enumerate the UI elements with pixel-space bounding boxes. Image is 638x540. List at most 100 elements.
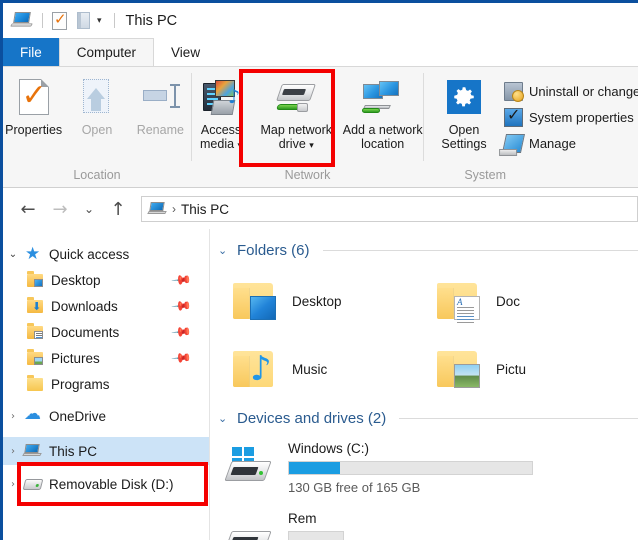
address-path-field[interactable]: › This PC xyxy=(141,196,638,222)
pin-icon[interactable]: 📌 xyxy=(170,321,192,343)
properties-button[interactable]: Properties xyxy=(3,75,64,137)
sidebar-item-programs[interactable]: Programs xyxy=(3,371,209,397)
section-title-folders: Folders (6) xyxy=(237,241,310,259)
folder-item-documents[interactable]: Doc xyxy=(434,267,638,335)
properties-icon xyxy=(18,79,49,115)
ribbon-group-label-system: System xyxy=(464,168,506,182)
file-explorer-window: ▾ This PC File Computer View Properties … xyxy=(0,0,638,540)
ribbon-group-label-location: Location xyxy=(73,168,121,182)
section-header-devices-and-drives[interactable]: ⌄ Devices and drives (2) xyxy=(210,407,638,429)
drive-capacity-bar xyxy=(288,461,533,475)
add-network-location-label-1: Add a network xyxy=(342,123,423,137)
folder-item-music[interactable]: Music xyxy=(230,335,434,403)
drive-free-space: 130 GB free of 165 GB xyxy=(288,480,421,495)
folders-grid: Desktop Doc Music xyxy=(210,261,638,403)
tab-computer[interactable]: Computer xyxy=(58,38,155,66)
map-network-drive-button[interactable]: Map network drive ▾ xyxy=(254,75,338,152)
open-settings-label-2: Settings xyxy=(441,137,487,151)
chevron-down-icon[interactable]: ⌄ xyxy=(3,249,23,260)
pin-icon[interactable]: 📌 xyxy=(170,295,192,317)
folder-desktop-icon xyxy=(25,270,45,287)
title-divider xyxy=(113,13,115,28)
this-pc-icon xyxy=(22,443,43,460)
sidebar-item-pictures[interactable]: Pictures 📌 xyxy=(3,345,209,371)
pin-icon[interactable]: 📌 xyxy=(170,347,192,369)
folder-music-icon xyxy=(230,349,278,389)
system-commands-list: Uninstall or change a pr System properti… xyxy=(501,75,638,155)
removable-drive-icon xyxy=(22,478,44,490)
address-bar: ← → ⌄ ↑ › This PC xyxy=(3,189,638,229)
chevron-down-icon[interactable]: ▾ xyxy=(309,140,314,150)
sidebar-item-desktop[interactable]: Desktop 📌 xyxy=(3,267,209,293)
this-pc-icon xyxy=(10,11,33,31)
open-button[interactable]: Open xyxy=(66,75,127,137)
add-network-location-button[interactable]: Add a network location xyxy=(342,75,423,151)
folder-item-desktop[interactable]: Desktop xyxy=(230,267,434,335)
map-network-drive-label-2: drive xyxy=(278,137,306,151)
recent-locations-button[interactable]: ⌄ xyxy=(77,195,101,223)
gear-icon xyxy=(447,80,481,114)
uninstall-or-change-a-program-button[interactable]: Uninstall or change a pr xyxy=(502,79,638,103)
breadcrumb-separator[interactable]: › xyxy=(172,202,176,216)
add-network-location-label-2: location xyxy=(361,137,405,151)
main-area: ⌄ ★ Quick access Desktop 📌 Downloads 📌 D… xyxy=(3,229,638,540)
toolbar-divider xyxy=(42,13,43,28)
tab-file[interactable]: File xyxy=(3,38,59,66)
sidebar-item-documents[interactable]: Documents 📌 xyxy=(3,319,209,345)
breadcrumb[interactable]: This PC xyxy=(181,202,229,217)
folder-icon xyxy=(25,374,45,391)
section-rule xyxy=(399,417,638,419)
section-title-devices: Devices and drives (2) xyxy=(237,409,387,427)
ribbon-group-location: Properties Open Rename Location xyxy=(3,67,191,187)
back-button[interactable]: ← xyxy=(13,195,43,223)
removable-drive-icon xyxy=(224,517,278,540)
system-properties-icon xyxy=(504,105,523,127)
open-settings-label-1: Open xyxy=(448,123,480,137)
access-media-label-1: Access xyxy=(200,123,242,137)
open-settings-button[interactable]: Open Settings xyxy=(434,75,494,151)
chevron-down-icon[interactable]: ▾ xyxy=(238,140,243,150)
sidebar-item-quick-access[interactable]: ⌄ ★ Quick access xyxy=(3,241,209,267)
new-folder-icon[interactable] xyxy=(77,12,90,29)
drive-item-removable-disk[interactable]: Rem 14.3 xyxy=(224,507,344,540)
title-bar: ▾ This PC xyxy=(3,3,638,38)
pin-icon[interactable]: 📌 xyxy=(170,269,192,291)
window-title: This PC xyxy=(125,12,178,29)
manage-button[interactable]: Manage xyxy=(501,131,638,155)
chevron-right-icon[interactable]: › xyxy=(3,446,23,457)
sidebar-item-onedrive[interactable]: › OneDrive xyxy=(3,403,209,429)
sidebar-item-removable-disk-d[interactable]: › Removable Disk (D:) xyxy=(3,471,209,497)
chevron-down-icon[interactable]: ⌄ xyxy=(218,244,230,257)
folder-item-pictures[interactable]: Pictu xyxy=(434,335,638,403)
sidebar-item-this-pc[interactable]: › This PC xyxy=(3,437,209,465)
system-properties-button[interactable]: System properties xyxy=(502,105,638,129)
access-media-button[interactable]: ♪ Access media ▾ xyxy=(192,75,250,152)
ribbon: Properties Open Rename Location ♪ xyxy=(3,66,638,188)
rename-button[interactable]: Rename xyxy=(130,75,191,137)
ribbon-group-system: Open Settings Uninstall or change a pr S… xyxy=(424,67,638,187)
folder-downloads-icon xyxy=(25,296,45,313)
folder-pictures-icon xyxy=(434,349,482,389)
tab-view[interactable]: View xyxy=(154,38,217,66)
forward-button[interactable]: → xyxy=(45,195,75,223)
map-network-drive-label-1: Map network xyxy=(260,123,333,137)
drive-item-windows-c[interactable]: Windows (C:) 130 GB free of 165 GB xyxy=(224,437,554,507)
up-button[interactable]: ↑ xyxy=(103,195,133,223)
add-network-location-icon xyxy=(361,80,404,114)
drives-grid: Windows (C:) 130 GB free of 165 GB Rem xyxy=(210,429,638,540)
drive-label: Rem xyxy=(288,511,317,526)
properties-icon[interactable] xyxy=(52,10,67,30)
ribbon-group-network: ♪ Access media ▾ Map network drive ▾ Add… xyxy=(192,67,423,187)
ribbon-group-label-network: Network xyxy=(284,168,331,182)
windows-drive-icon xyxy=(224,447,278,489)
section-rule xyxy=(322,249,638,251)
chevron-down-icon[interactable]: ⌄ xyxy=(218,412,230,425)
access-media-icon: ♪ xyxy=(202,79,240,115)
chevron-right-icon[interactable]: › xyxy=(3,411,23,422)
content-pane: ⌄ Folders (6) Desktop Doc xyxy=(209,229,638,540)
manage-icon xyxy=(501,133,526,153)
sidebar-item-downloads[interactable]: Downloads 📌 xyxy=(3,293,209,319)
chevron-down-icon[interactable]: ▾ xyxy=(94,16,105,25)
chevron-right-icon[interactable]: › xyxy=(3,479,23,490)
section-header-folders[interactable]: ⌄ Folders (6) xyxy=(210,239,638,261)
